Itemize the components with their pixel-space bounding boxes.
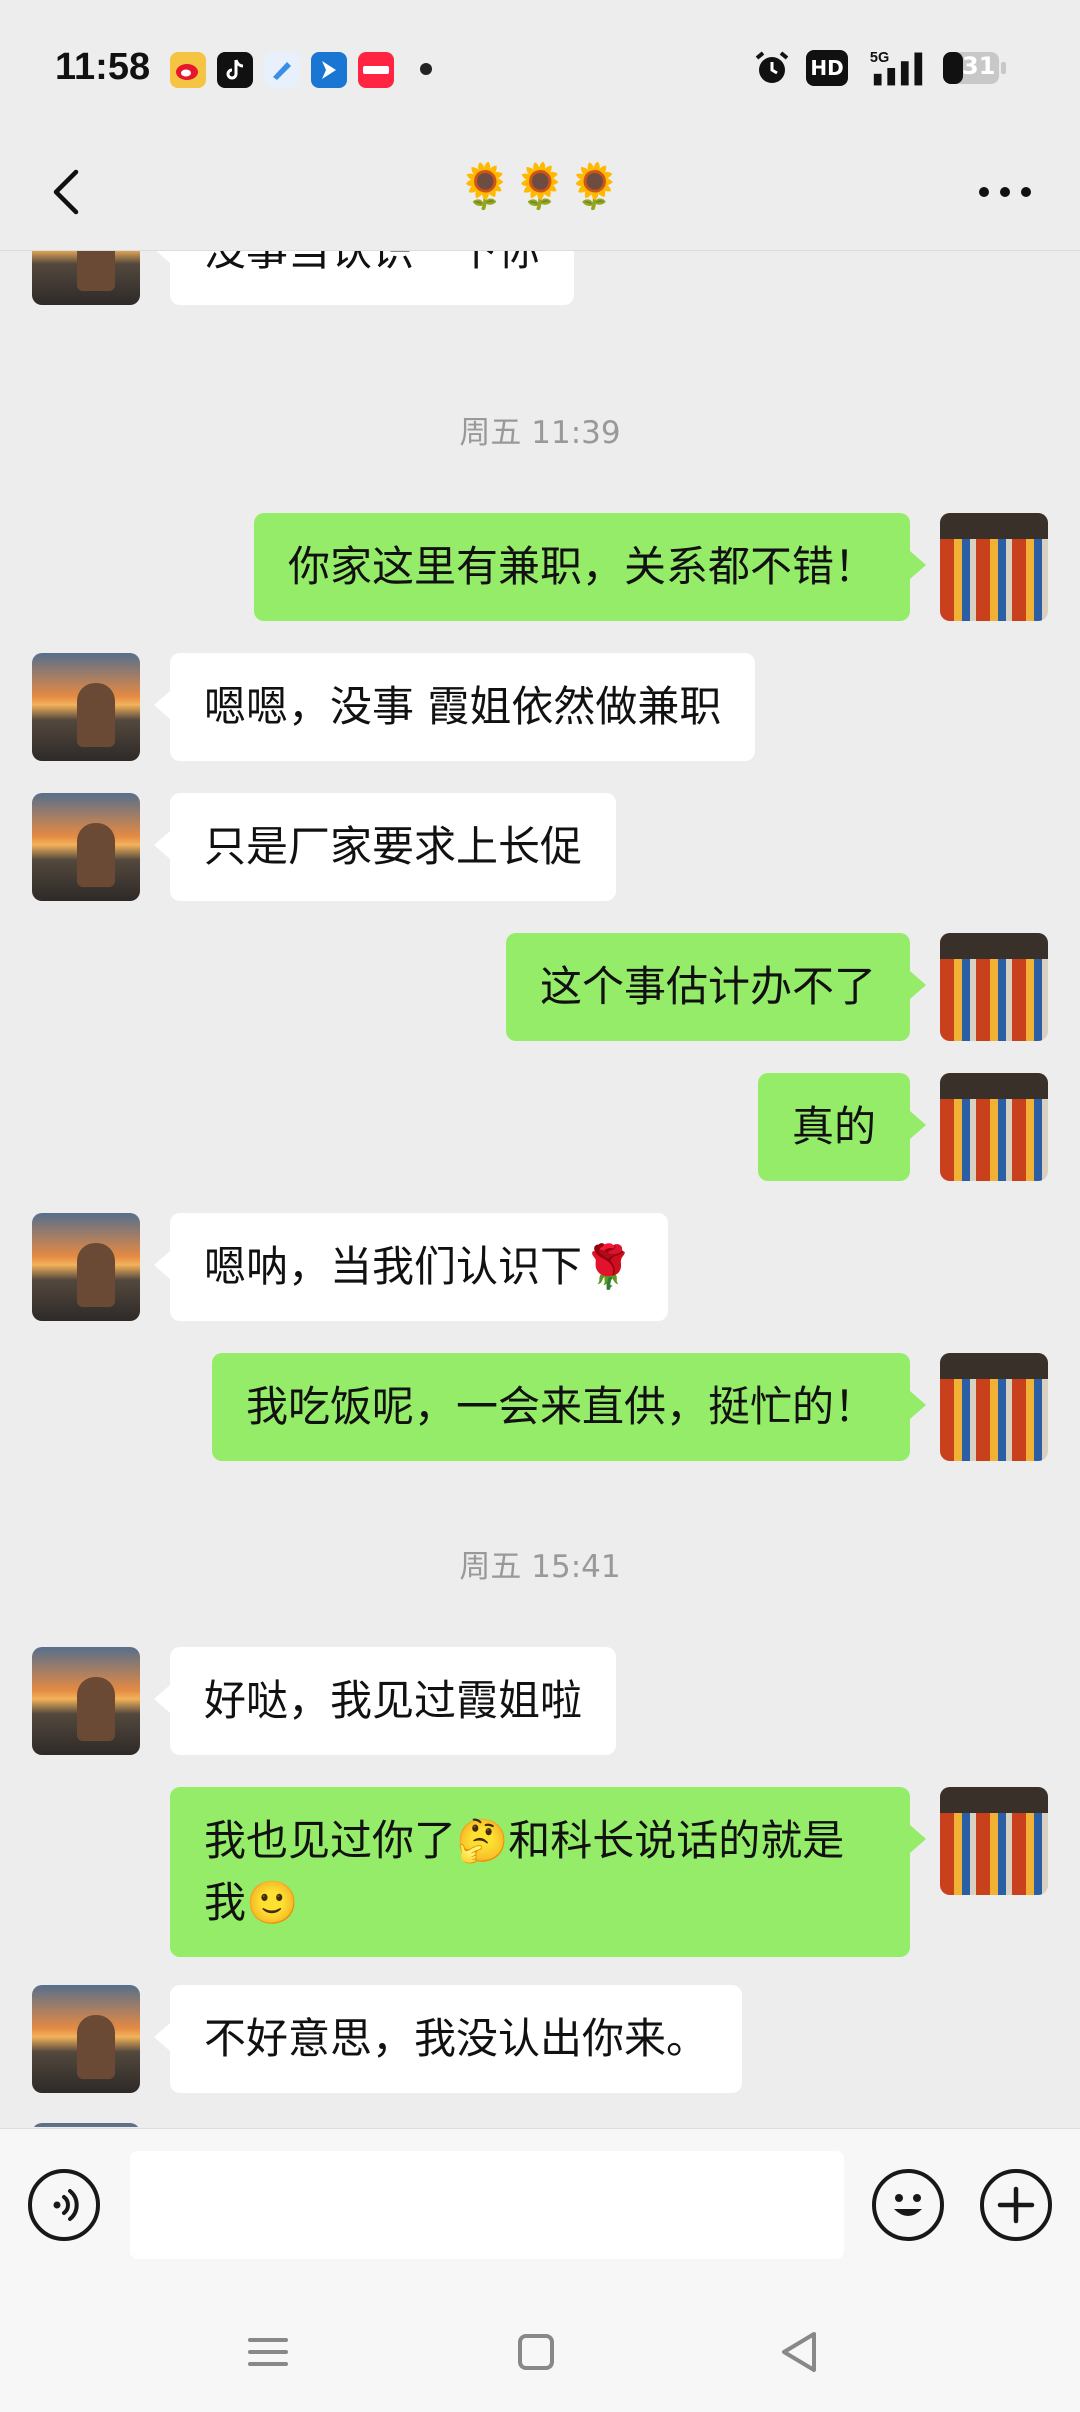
contact-avatar[interactable] [32, 1985, 140, 2093]
message-bubble[interactable]: 嗯呐，当我们认识下🌹 [153, 1213, 669, 1321]
message-bubble[interactable]: 这个事估计办不了 [505, 933, 927, 1041]
home-nav-button[interactable] [506, 2322, 566, 2382]
weibo-app-icon [170, 52, 206, 88]
svg-text:5G: 5G [870, 50, 889, 66]
contact-avatar[interactable] [32, 1213, 140, 1321]
time-divider: 周五 11:39 [459, 415, 621, 451]
more-dots-icon [979, 187, 1031, 197]
message-bubble[interactable]: 嗯嗯，没事 霞姐依然做兼职 [153, 653, 756, 761]
menu-nav-button[interactable] [238, 2322, 298, 2382]
hd-badge: HD [806, 50, 848, 86]
message-bubble[interactable]: 我也见过你了🤔和科长说话的就是我🙂 [170, 1787, 926, 1957]
emoji-icon [894, 2194, 922, 2216]
message-bubble[interactable]: 不好意思，我没认出你来。 [153, 1985, 743, 2093]
chat-title: 🌻🌻🌻 [457, 161, 623, 212]
message-bubble[interactable]: 没事当认识一下你 [153, 251, 575, 305]
back-triangle-icon [782, 2332, 816, 2372]
emoji-button[interactable] [872, 2169, 944, 2241]
time-divider: 周五 15:41 [459, 1549, 621, 1585]
signal-icon: 5G [868, 48, 928, 88]
plus-button[interactable] [980, 2169, 1052, 2241]
feishu-app-icon [311, 52, 347, 88]
status-time: 11:58 [55, 46, 151, 88]
message-list[interactable]: 没事当认识一下你 周五 11:39 你家这里有兼职，关系都不错！ 嗯嗯，没事 霞… [0, 251, 1080, 2127]
my-avatar[interactable] [940, 933, 1048, 1041]
my-avatar[interactable] [940, 1787, 1048, 1895]
chat-header: 🌻🌻🌻 [0, 140, 1080, 251]
contact-avatar[interactable] [32, 2123, 140, 2127]
more-button[interactable] [970, 162, 1040, 222]
message-bubble[interactable]: 你家这里有兼职，关系都不错！ [253, 513, 927, 621]
alarm-icon [752, 48, 792, 88]
my-avatar[interactable] [940, 1073, 1048, 1181]
tiktok-app-icon [217, 52, 253, 88]
my-avatar[interactable] [940, 1353, 1048, 1461]
message-bubble[interactable]: 真的 [757, 1073, 927, 1181]
xiaohongshu-app-icon [358, 52, 394, 88]
message-input[interactable] [130, 2151, 844, 2259]
my-avatar[interactable] [940, 513, 1048, 621]
message-bubble[interactable]: 好哒，我见过霞姐啦 [153, 1647, 617, 1755]
contact-avatar[interactable] [32, 793, 140, 901]
contact-avatar[interactable] [32, 251, 140, 305]
back-nav-button[interactable] [770, 2322, 830, 2382]
notification-dot [420, 63, 432, 75]
voice-icon [53, 2189, 79, 2221]
blue-app-icon [264, 52, 300, 88]
system-nav-bar [0, 2284, 1080, 2412]
voice-button[interactable] [28, 2169, 100, 2241]
message-bubble[interactable]: 我吃饭呢，一会来直供，挺忙的！ [211, 1353, 927, 1461]
status-bar: 11:58 HD 5G 31 [0, 0, 1080, 140]
menu-icon [248, 2338, 288, 2366]
home-square-icon [518, 2334, 554, 2370]
battery-level: 31 [962, 52, 996, 80]
contact-avatar[interactable] [32, 653, 140, 761]
plus-icon [997, 2186, 1035, 2224]
contact-avatar[interactable] [32, 1647, 140, 1755]
input-bar [0, 2128, 1080, 2285]
message-bubble[interactable]: 只是厂家要求上长促 [153, 793, 617, 901]
